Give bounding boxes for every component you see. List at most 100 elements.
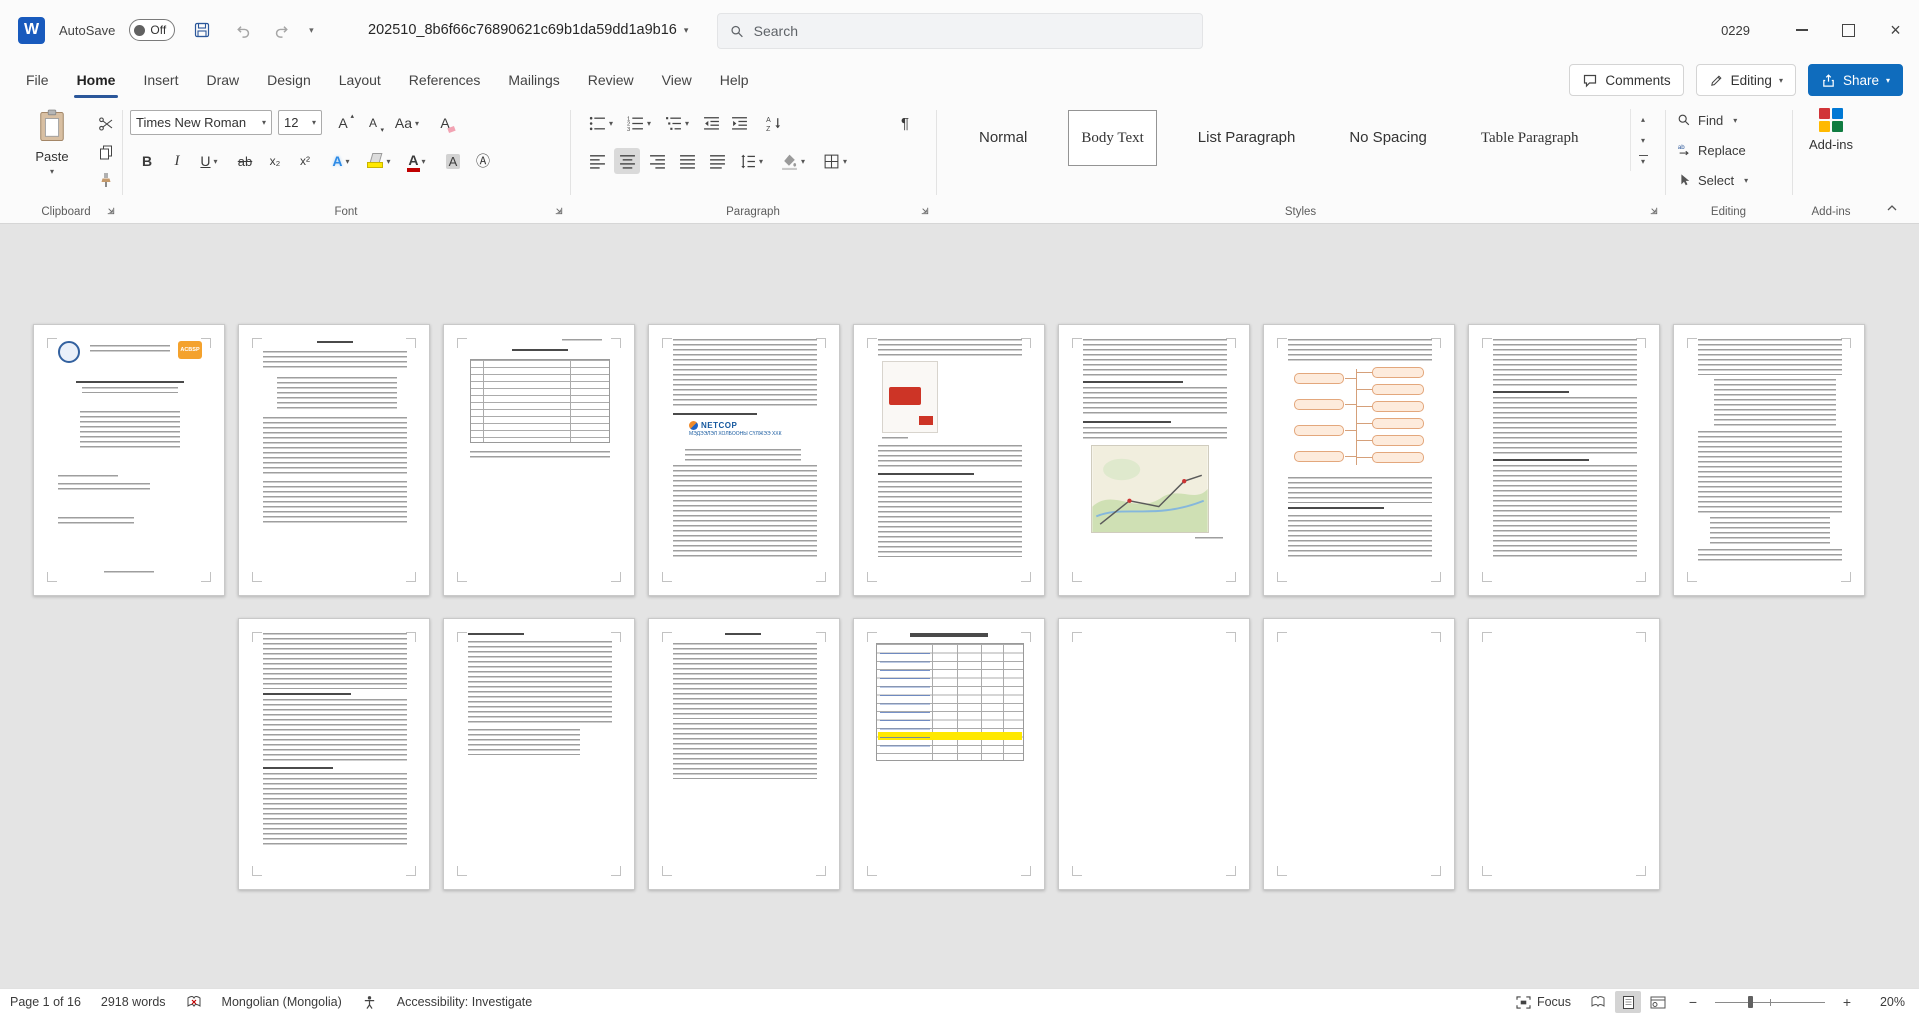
font-dialog-launcher[interactable]	[551, 203, 565, 217]
word-count[interactable]: 2918 words	[101, 995, 166, 1009]
line-spacing-button[interactable]: ▾	[734, 148, 768, 174]
zoom-thumb[interactable]	[1748, 996, 1753, 1008]
font-name-select[interactable]: Times New Roman▾	[130, 110, 272, 135]
page-11[interactable]	[443, 618, 635, 890]
zoom-slider[interactable]	[1715, 994, 1825, 1010]
tab-file[interactable]: File	[12, 60, 63, 100]
focus-button[interactable]: Focus	[1516, 995, 1571, 1009]
page-15[interactable]	[1263, 618, 1455, 890]
tab-design[interactable]: Design	[253, 60, 325, 100]
distribute-button[interactable]	[704, 148, 730, 174]
clear-formatting-button[interactable]: A	[432, 110, 458, 136]
increase-indent-button[interactable]	[726, 110, 752, 136]
strikethrough-button[interactable]: ab	[232, 148, 258, 174]
tab-insert[interactable]: Insert	[129, 60, 192, 100]
collapse-ribbon-button[interactable]	[1881, 199, 1903, 217]
page-7[interactable]	[1263, 324, 1455, 596]
web-layout-button[interactable]	[1645, 991, 1671, 1013]
italic-button[interactable]: I	[164, 148, 190, 174]
page-14[interactable]	[1058, 618, 1250, 890]
share-button[interactable]: Share▾	[1808, 64, 1903, 96]
grow-font-button[interactable]: A▴	[330, 110, 356, 136]
paste-button[interactable]: Paste ▾	[20, 108, 84, 198]
addins-button[interactable]: Add-ins	[1796, 108, 1866, 152]
page-indicator[interactable]: Page 1 of 16	[10, 995, 81, 1009]
page-10[interactable]	[238, 618, 430, 890]
search-box[interactable]	[717, 13, 1203, 49]
format-painter-button[interactable]	[94, 168, 118, 192]
clipboard-dialog-launcher[interactable]	[103, 203, 117, 217]
shrink-font-button[interactable]: A▾	[360, 110, 386, 136]
text-effects-button[interactable]: A▾	[324, 148, 358, 174]
zoom-level[interactable]: 20%	[1869, 995, 1905, 1009]
styles-scroll-up-button[interactable]: ▴	[1631, 109, 1655, 130]
read-mode-button[interactable]	[1585, 991, 1611, 1013]
page-12[interactable]	[648, 618, 840, 890]
quick-access-chevron-icon[interactable]: ▾	[309, 25, 314, 36]
save-button[interactable]	[189, 17, 215, 43]
document-canvas[interactable]: ACBSPNETCOPМЭДЭЭЛЭЛ ХОЛБООНЫ СҮЛЖЭЭ ХХК	[0, 224, 1919, 988]
select-button[interactable]: Select▾	[1677, 168, 1748, 192]
style-no-spacing[interactable]: No Spacing	[1336, 110, 1440, 166]
proofing-status[interactable]	[186, 994, 202, 1010]
styles-dialog-launcher[interactable]	[1646, 203, 1660, 217]
find-button[interactable]: Find▾	[1677, 108, 1737, 132]
borders-button[interactable]: ▾	[818, 148, 852, 174]
tab-layout[interactable]: Layout	[325, 60, 395, 100]
maximize-button[interactable]	[1825, 0, 1872, 60]
bullets-button[interactable]: ▾	[584, 110, 618, 136]
enclose-characters-button[interactable]: Ⓐ	[470, 148, 496, 174]
user-badge[interactable]: 0229	[1721, 23, 1750, 38]
redo-button[interactable]	[269, 17, 295, 43]
page-5[interactable]	[853, 324, 1045, 596]
multilevel-list-button[interactable]: ▾	[660, 110, 694, 136]
align-right-button[interactable]	[644, 148, 670, 174]
style-table-paragraph[interactable]: Table Paragraph	[1468, 110, 1592, 166]
page-2[interactable]	[238, 324, 430, 596]
styles-gallery-expand-button[interactable]: ▾	[1631, 150, 1655, 171]
cut-button[interactable]	[94, 112, 118, 136]
accessibility-status[interactable]: Accessibility: Investigate	[397, 995, 532, 1009]
text-highlight-button[interactable]: ▾	[362, 148, 396, 174]
style-list-paragraph[interactable]: List Paragraph	[1185, 110, 1309, 166]
tab-home[interactable]: Home	[63, 60, 130, 100]
undo-button[interactable]	[229, 17, 255, 43]
sort-button[interactable]: AZ	[756, 110, 790, 136]
show-formatting-marks-button[interactable]: ¶	[892, 110, 918, 136]
zoom-in-button[interactable]: +	[1839, 994, 1855, 1010]
decrease-indent-button[interactable]	[698, 110, 724, 136]
tab-review[interactable]: Review	[574, 60, 648, 100]
tab-references[interactable]: References	[395, 60, 495, 100]
page-4[interactable]: NETCOPМЭДЭЭЛЭЛ ХОЛБООНЫ СҮЛЖЭЭ ХХК	[648, 324, 840, 596]
accessibility-indicator[interactable]	[362, 995, 377, 1010]
tab-view[interactable]: View	[648, 60, 706, 100]
character-shading-button[interactable]: A	[440, 148, 466, 174]
comments-button[interactable]: Comments	[1569, 64, 1683, 96]
tab-help[interactable]: Help	[706, 60, 763, 100]
autosave-toggle[interactable]: Off	[129, 19, 175, 41]
style-body-text[interactable]: Body Text	[1068, 110, 1156, 166]
paragraph-dialog-launcher[interactable]	[917, 203, 931, 217]
language-indicator[interactable]: Mongolian (Mongolia)	[222, 995, 342, 1009]
word-logo-icon[interactable]: W	[18, 17, 45, 44]
font-color-button[interactable]: A▾	[400, 148, 434, 174]
bold-button[interactable]: B	[134, 148, 160, 174]
tab-mailings[interactable]: Mailings	[494, 60, 573, 100]
print-layout-button[interactable]	[1615, 991, 1641, 1013]
font-size-select[interactable]: 12▾	[278, 110, 322, 135]
editing-mode-dropdown[interactable]: Editing▾	[1696, 64, 1796, 96]
change-case-button[interactable]: Aa▾	[390, 110, 424, 136]
page-8[interactable]	[1468, 324, 1660, 596]
align-left-button[interactable]	[584, 148, 610, 174]
underline-button[interactable]: U▾	[192, 148, 226, 174]
page-16[interactable]	[1468, 618, 1660, 890]
copy-button[interactable]	[94, 140, 118, 164]
replace-button[interactable]: ab Replace	[1677, 138, 1746, 162]
search-input[interactable]	[752, 22, 1190, 40]
page-3[interactable]	[443, 324, 635, 596]
page-6[interactable]	[1058, 324, 1250, 596]
tab-draw[interactable]: Draw	[192, 60, 253, 100]
subscript-button[interactable]: x₂	[262, 148, 288, 174]
justify-button[interactable]	[674, 148, 700, 174]
superscript-button[interactable]: x²	[292, 148, 318, 174]
